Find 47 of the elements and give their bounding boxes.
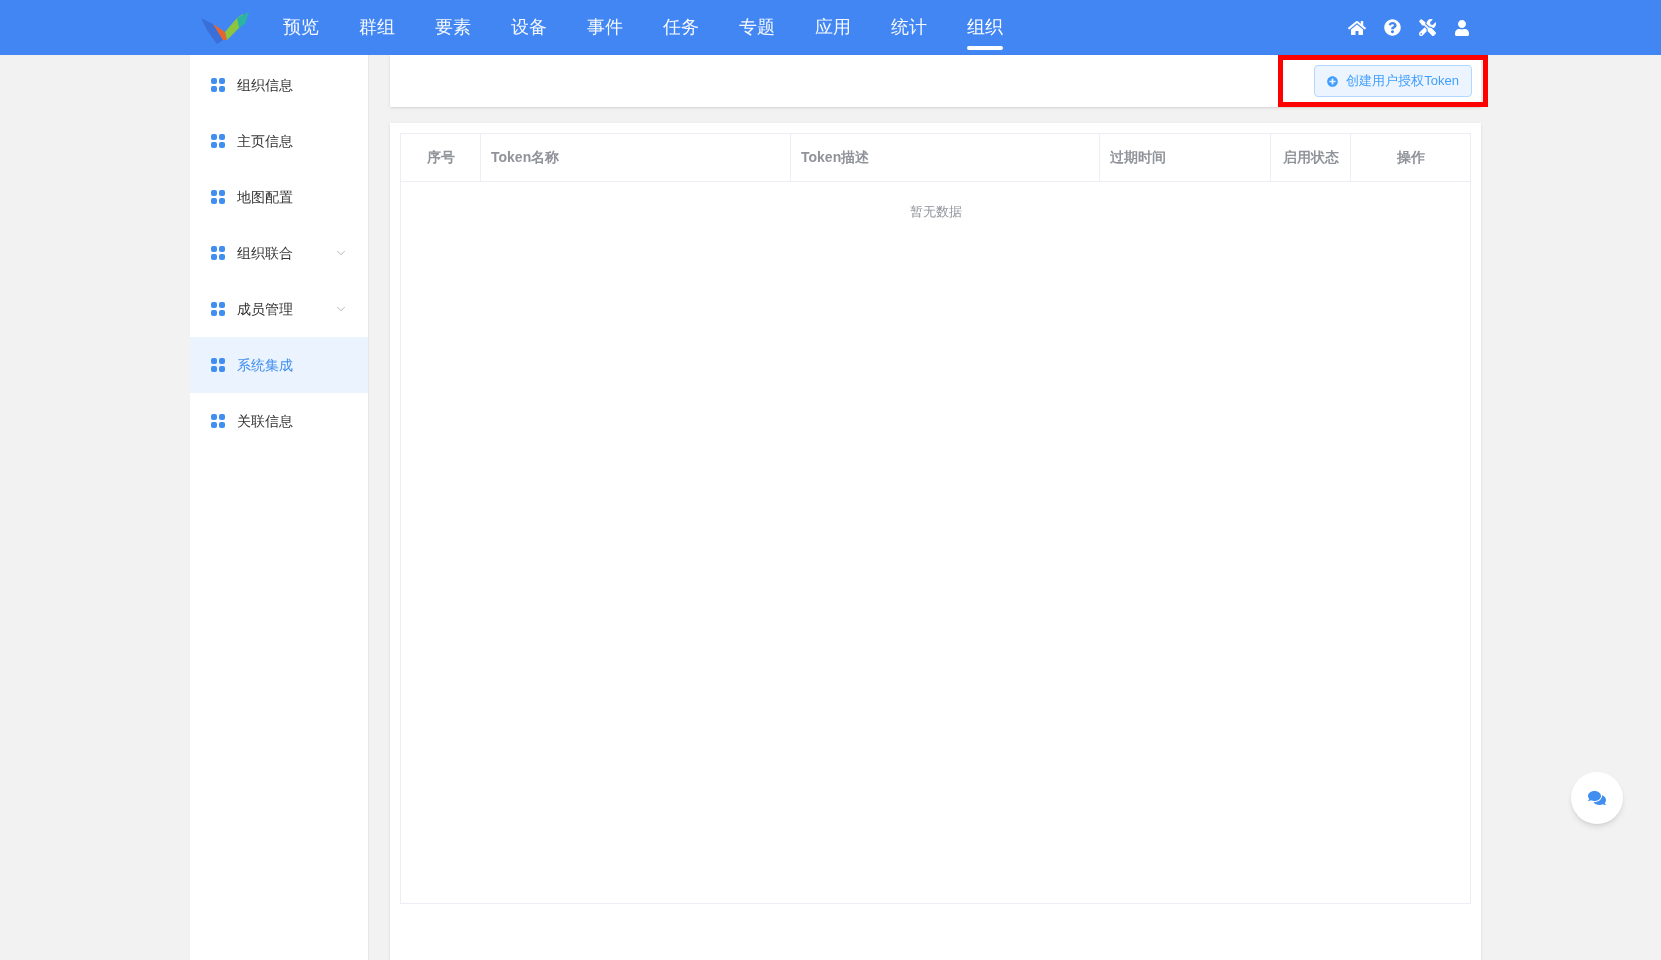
active-tab-underline (967, 46, 1003, 50)
sidebar-label: 系统集成 (237, 355, 293, 375)
sidebar-item[interactable]: 主页信息 (190, 113, 368, 169)
nav-tab[interactable]: 专题 (719, 0, 795, 55)
sidebar-item[interactable]: 组织联合 (190, 225, 368, 281)
grid-icon (211, 246, 225, 260)
grid-icon (211, 358, 225, 372)
column-header: Token名称 (481, 134, 791, 181)
grid-icon (211, 302, 225, 316)
user-icon[interactable] (1454, 19, 1470, 36)
sidebar-item[interactable]: 地图配置 (190, 169, 368, 225)
sidebar-item[interactable]: 成员管理 (190, 281, 368, 337)
chat-icon (1588, 789, 1606, 807)
nav-tab[interactable]: 统计 (871, 0, 947, 55)
sidebar-label: 成员管理 (237, 299, 293, 319)
grid-icon (211, 414, 225, 428)
nav-tab[interactable]: 群组 (339, 0, 415, 55)
column-header: 序号 (401, 134, 481, 181)
logo-icon (199, 9, 251, 46)
sidebar-label: 地图配置 (237, 187, 293, 207)
column-header: 启用状态 (1271, 134, 1351, 181)
empty-text: 暂无数据 (909, 203, 962, 222)
tools-icon[interactable] (1419, 19, 1436, 36)
nav-tab[interactable]: 事件 (567, 0, 643, 55)
column-header: 过期时间 (1100, 134, 1271, 181)
chat-button[interactable] (1571, 772, 1623, 824)
sidebar-item[interactable]: 关联信息 (190, 393, 368, 449)
sidebar-label: 组织联合 (237, 243, 293, 263)
sidebar-item[interactable]: 组织信息 (190, 57, 368, 113)
sidebar-label: 主页信息 (237, 131, 293, 151)
help-icon[interactable] (1384, 19, 1401, 36)
nav-tab[interactable]: 要素 (415, 0, 491, 55)
nav-tab[interactable]: 组织 (947, 0, 1023, 55)
home-icon[interactable] (1348, 18, 1366, 37)
nav-tab[interactable]: 应用 (795, 0, 871, 55)
column-header: 操作 (1395, 148, 1426, 167)
sidebar-item[interactable]: 系统集成 (190, 337, 368, 393)
nav-tab[interactable]: 预览 (263, 0, 339, 55)
grid-icon (211, 134, 225, 148)
sidebar-label: 关联信息 (237, 411, 293, 431)
nav-tab[interactable]: 设备 (491, 0, 567, 55)
create-token-button[interactable]: 创建用户授权Token (1314, 65, 1472, 97)
sidebar-label: 组织信息 (237, 75, 293, 95)
nav-tab[interactable]: 任务 (643, 0, 719, 55)
grid-icon (211, 78, 225, 92)
column-header: Token描述 (791, 134, 1100, 181)
grid-icon (211, 190, 225, 204)
